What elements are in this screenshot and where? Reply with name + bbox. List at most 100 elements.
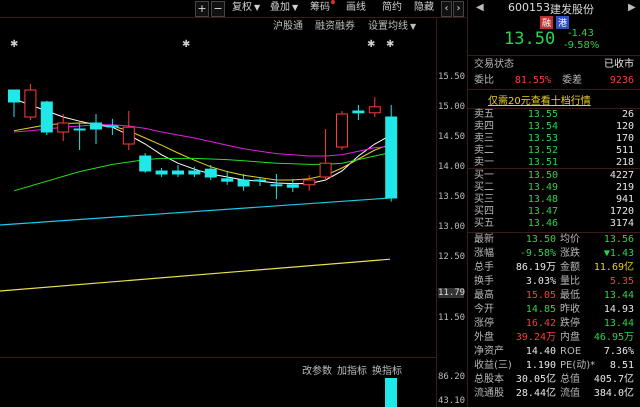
stat-value: 14.93 (603, 304, 634, 315)
stock-name: 建发股份 (550, 3, 594, 16)
stat-value: 13.56 (603, 234, 634, 245)
stat-row: 涨幅 -9.58% 涨跌 ▼1.43 (474, 247, 636, 261)
candle-body (139, 155, 152, 172)
stat-value: 46.95万 (593, 332, 634, 343)
trade-status-value: 已收市 (604, 59, 634, 70)
stat-value: 1.190 (525, 360, 556, 371)
stat-row: 总股本 30.05亿 总值 405.7亿 (474, 373, 636, 387)
stat-value: 13.50 (525, 234, 556, 245)
overlay-menu[interactable]: 叠加 ▼ (270, 0, 298, 16)
ask-label: 卖五 (474, 109, 494, 120)
bid-label: 买二 (474, 182, 494, 193)
prev-arrow-icon[interactable]: ‹ (441, 1, 452, 17)
ask-row: 卖三 13.53 170 (474, 133, 636, 145)
zoom-in-button[interactable]: + (195, 1, 209, 17)
price-axis-label: 13.50 (438, 192, 466, 202)
ask-volume: 511 (615, 145, 634, 156)
stat-row: 总手 86.19万 金额 11.69亿 (474, 261, 636, 275)
stat-label: PE(动)* (560, 360, 596, 371)
ma-settings-button[interactable]: 设置均线 (368, 20, 408, 34)
price-axis-label: 15.00 (438, 102, 466, 112)
ask-price: 13.52 (527, 145, 558, 156)
quote-panel: ◀ ▶ 600153 建发股份 融 港 13.50 -1.43 -9.58% 交… (467, 0, 640, 407)
candle-body (385, 116, 398, 199)
candle-body (57, 122, 70, 133)
hide-button[interactable]: 隐藏 (414, 0, 434, 16)
kline-chart-area[interactable]: + − 复权 ▼ 叠加 ▼ 筹码 画线 简约 隐藏 ‹ › ✱ ✱ ✱ ✱ 沪股通 … (0, 0, 466, 407)
ask-price: 13.53 (527, 133, 558, 144)
bid-row: 买二 13.49 219 (474, 182, 636, 194)
candle-body (73, 128, 86, 131)
stat-row: 最新 13.50 均价 13.56 (474, 233, 636, 247)
candle-body (188, 170, 201, 175)
chips-button[interactable]: 筹码 (310, 0, 335, 16)
stat-value: 3.03% (525, 276, 556, 287)
level2-promo-link[interactable]: 仅需20元查看十档行情 (488, 92, 591, 107)
stat-row: 净资产 14.40 ROE 7.36% (474, 345, 636, 359)
ask-label: 卖四 (474, 121, 494, 132)
candle-body (90, 122, 102, 130)
price-axis-label: 14.00 (438, 162, 466, 172)
edit-params-button[interactable]: 改参数 (302, 362, 332, 377)
restore-label: 复权 (232, 2, 252, 13)
stat-label: 涨幅 (474, 248, 494, 259)
stat-value: 16.42 (525, 318, 556, 329)
ma-line (13, 124, 392, 157)
divider (468, 89, 640, 90)
stat-label: 总手 (474, 262, 494, 273)
bid-price: 13.47 (527, 206, 558, 217)
stat-value: 14.40 (525, 346, 556, 357)
bid-label: 买一 (474, 170, 494, 181)
trade-status-row: 交易状态 已收市 (474, 57, 636, 73)
price-axis-label: 13.00 (438, 222, 466, 232)
overlay-label: 叠加 (270, 2, 290, 13)
candle-body (237, 179, 250, 187)
bid-price: 13.49 (527, 182, 558, 193)
stat-row: 涨停 16.42 跌停 13.44 (474, 317, 636, 331)
stat-row: 外盘 39.24万 内盘 46.95万 (474, 331, 636, 345)
add-indicator-button[interactable]: 加指标 (337, 362, 367, 377)
candle-body (254, 179, 266, 182)
ask-volume: 170 (615, 133, 634, 144)
bid-volume: 219 (615, 182, 634, 193)
stat-value: 86.19万 (515, 262, 556, 273)
candle-body (352, 110, 365, 114)
low-price-marker: 11.79 (438, 288, 466, 298)
bid-volume: 1720 (609, 206, 634, 217)
prev-stock-arrow-icon[interactable]: ◀ (476, 2, 484, 13)
restore-rights-menu[interactable]: 复权 ▼ (232, 0, 260, 16)
zoom-out-button[interactable]: − (211, 1, 225, 17)
stat-value: ▼1.43 (603, 248, 634, 259)
candle-body (24, 89, 37, 118)
candle-body (40, 101, 53, 133)
simple-button[interactable]: 简约 (382, 0, 402, 16)
ask-price: 13.54 (527, 121, 558, 132)
overlay-dropdown-icon: ▼ (292, 3, 299, 12)
next-arrow-icon[interactable]: › (453, 1, 464, 17)
stat-value: 28.44亿 (515, 388, 556, 399)
stat-label: 流值 (560, 388, 580, 399)
draw-line-button[interactable]: 画线 (346, 0, 366, 16)
trend-line (0, 197, 391, 226)
candle-body (336, 113, 348, 148)
hgt-button[interactable]: 沪股通 (273, 20, 303, 34)
switch-indicator-button[interactable]: 换指标 (372, 362, 402, 377)
margin-trading-button[interactable]: 融资融券 (315, 20, 355, 34)
bid-price: 13.50 (527, 170, 558, 181)
stat-value: 13.44 (603, 290, 634, 301)
bid-label: 买四 (474, 206, 494, 217)
ma-settings-dropdown-icon[interactable]: ▼ (410, 20, 416, 34)
stat-value: 13.44 (603, 318, 634, 329)
candle-body (368, 106, 381, 114)
stat-label: 跌停 (560, 318, 580, 329)
toolbar-divider (0, 17, 466, 18)
next-stock-arrow-icon[interactable]: ▶ (628, 2, 636, 13)
candle-body (204, 168, 217, 178)
trend-line (0, 258, 391, 292)
bid-volume: 4227 (609, 170, 634, 181)
bid-row: 买一 13.50 4227 (474, 170, 636, 182)
stat-value: 384.0亿 (593, 388, 634, 399)
bid-volume: 941 (615, 194, 634, 205)
stat-label: 总值 (560, 374, 580, 385)
divider (468, 55, 640, 56)
